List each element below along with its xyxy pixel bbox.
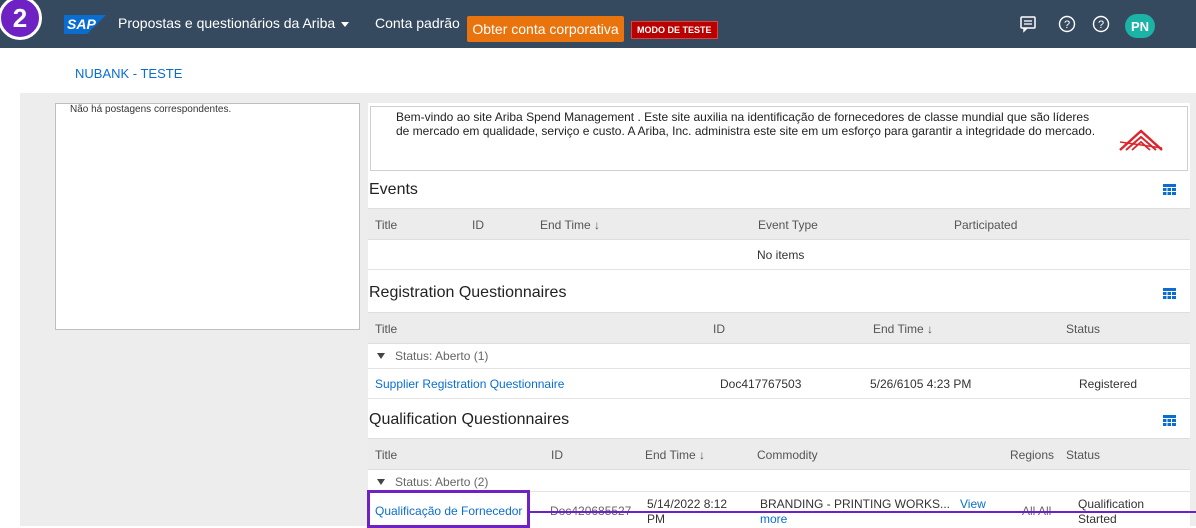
welcome-box: Bem-vindo ao site Ariba Spend Management… <box>370 106 1188 171</box>
tenant-link[interactable]: NUBANK - TESTE <box>75 66 182 81</box>
column-event-type[interactable]: Event Type <box>758 218 818 232</box>
column-status[interactable]: Status <box>1066 448 1100 462</box>
ariba-logo <box>1119 129 1163 151</box>
events-table-header: Title ID End Time ↓ Event Type Participa… <box>368 208 1190 240</box>
column-regions[interactable]: Regions <box>1010 448 1054 462</box>
notifications-icon[interactable] <box>1019 15 1037 33</box>
group-status-label: Status: Aberto (2) <box>395 475 489 489</box>
qualification-table-header: Title ID End Time ↓ Commodity Regions St… <box>368 438 1190 470</box>
help-icon[interactable]: ? <box>1092 15 1110 33</box>
user-avatar[interactable]: PN <box>1125 14 1155 38</box>
group-label: Status: Aberto (1) <box>377 349 488 363</box>
column-title[interactable]: Title <box>375 322 397 336</box>
table-settings-icon[interactable] <box>1163 288 1176 299</box>
end-time: 5/26/6105 4:23 PM <box>870 377 972 391</box>
column-participated[interactable]: Participated <box>954 218 1017 232</box>
status-line-1: Qualification <box>1078 497 1145 511</box>
doc-id: Doc417767503 <box>720 377 802 391</box>
sap-logo[interactable]: SAP <box>64 15 106 34</box>
qualification-title: Qualification Questionnaires <box>369 411 570 428</box>
view-more-link-continued[interactable]: more <box>760 512 787 526</box>
events-title: Events <box>369 181 418 198</box>
column-commodity[interactable]: Commodity <box>757 448 818 462</box>
table-settings-icon[interactable] <box>1163 184 1176 195</box>
column-end-time[interactable]: End Time ↓ <box>540 218 600 232</box>
help-icon[interactable]: ? <box>1058 15 1076 33</box>
table-settings-icon[interactable] <box>1163 415 1176 426</box>
top-bar: SAP Propostas e questionários da Ariba C… <box>0 0 1196 48</box>
column-title[interactable]: Title <box>375 218 397 232</box>
qualification-group-row[interactable]: Status: Aberto (2) <box>368 470 1190 492</box>
highlight-box <box>367 490 530 528</box>
no-posts-message: Não há postagens correspondentes. <box>70 104 232 115</box>
group-label: Status: Aberto (2) <box>377 475 488 489</box>
end-time-period: PM <box>647 512 665 526</box>
registration-title: Registration Questionnaires <box>369 284 567 301</box>
test-mode-badge: MODO DE TESTE <box>631 21 718 39</box>
welcome-text: Bem-vindo ao site Ariba Spend Management… <box>396 110 1096 138</box>
column-status[interactable]: Status <box>1066 322 1100 336</box>
registration-table-header: Title ID End Time ↓ Status <box>368 312 1190 344</box>
posts-panel: Não há postagens correspondentes. <box>55 103 360 330</box>
app-title-menu[interactable]: Propostas e questionários da Ariba <box>118 15 335 31</box>
status-line-2: Started <box>1078 512 1117 526</box>
svg-text:?: ? <box>1098 19 1104 31</box>
commodity: BRANDING - PRINTING WORKS... <box>760 497 951 511</box>
column-end-time[interactable]: End Time ↓ <box>645 448 705 462</box>
group-status-label: Status: Aberto (1) <box>395 349 489 363</box>
chevron-down-icon[interactable] <box>341 22 349 27</box>
expand-triangle-icon[interactable] <box>377 353 385 359</box>
account-selector[interactable]: Conta padrão <box>375 15 460 31</box>
view-more-link[interactable]: View <box>960 497 986 511</box>
questionnaire-link[interactable]: Supplier Registration Questionnaire <box>375 377 564 391</box>
column-end-time[interactable]: End Time ↓ <box>873 322 933 336</box>
table-row[interactable]: Supplier Registration Questionnaire Doc4… <box>368 369 1190 399</box>
column-id[interactable]: ID <box>472 218 484 232</box>
svg-text:?: ? <box>1064 19 1070 31</box>
column-id[interactable]: ID <box>551 448 563 462</box>
get-enterprise-account-button[interactable]: Obter conta corporativa <box>467 16 624 42</box>
column-title[interactable]: Title <box>375 448 397 462</box>
status: Registered <box>1079 377 1138 391</box>
column-id[interactable]: ID <box>713 322 725 336</box>
registration-group-row[interactable]: Status: Aberto (1) <box>368 344 1190 369</box>
empty-message: No items <box>757 248 805 262</box>
end-time-date: 5/14/2022 8:12 <box>647 497 728 511</box>
events-empty-row: No items <box>368 240 1190 270</box>
expand-triangle-icon[interactable] <box>377 479 385 485</box>
highlight-line <box>530 511 1196 513</box>
